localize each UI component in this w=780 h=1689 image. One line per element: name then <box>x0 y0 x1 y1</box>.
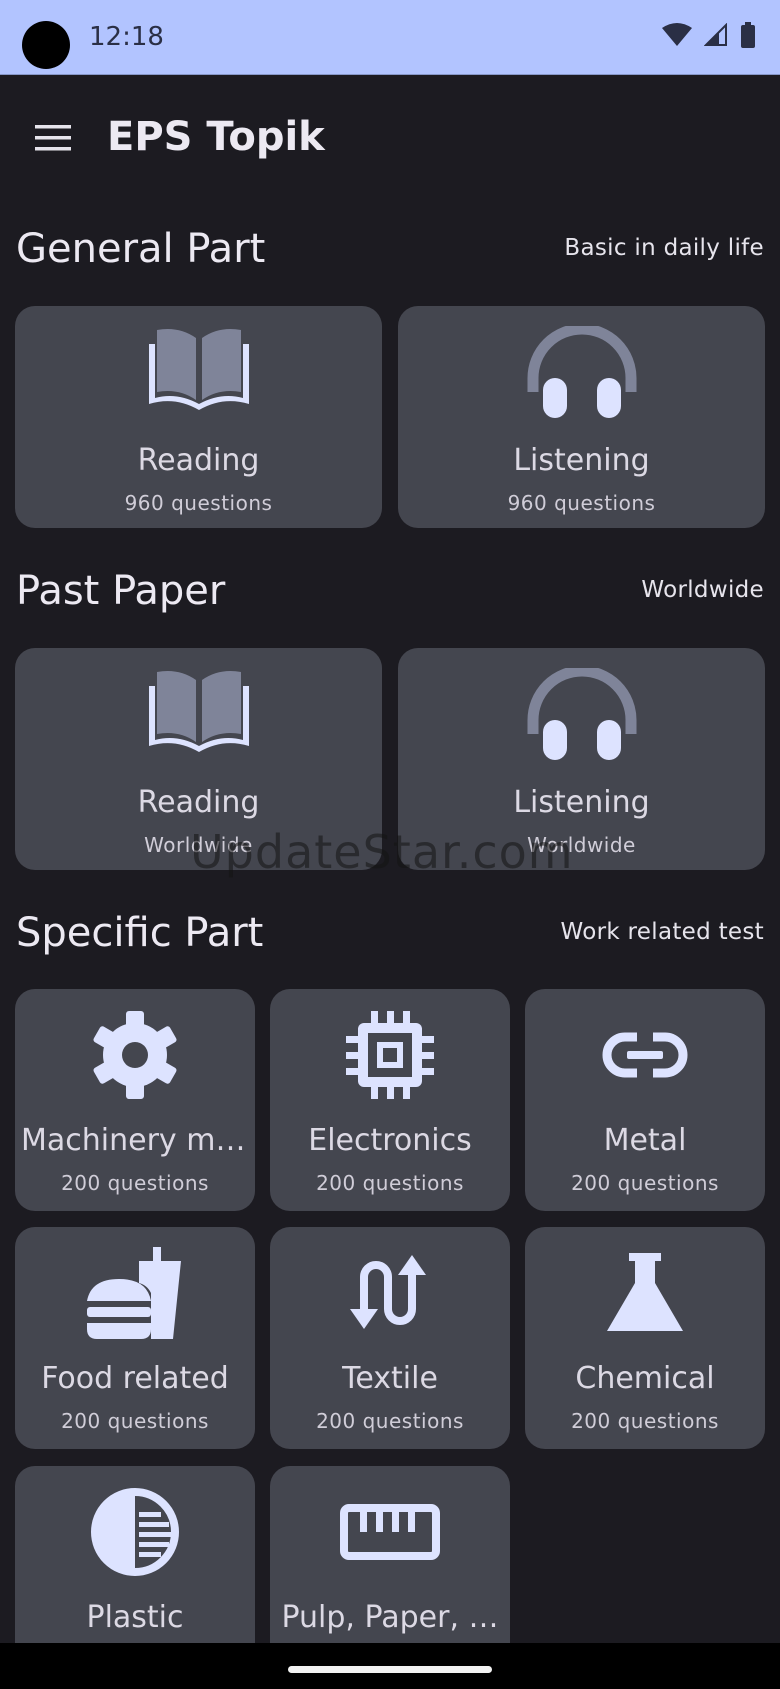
card-label: Listening <box>513 443 650 478</box>
card-count: 200 questions <box>61 1171 209 1195</box>
section-subtitle-general: Basic in daily life <box>564 235 764 261</box>
book-open-icon <box>148 671 249 752</box>
card-chemical[interactable]: Chemical 200 questions <box>525 1227 765 1449</box>
card-food[interactable]: Food related 200 questions <box>15 1227 255 1449</box>
ruler-icon <box>340 1504 440 1560</box>
card-count: 200 questions <box>571 1409 719 1433</box>
section-subtitle-specific: Work related test <box>560 919 764 945</box>
section-subtitle-past-paper: Worldwide <box>641 577 764 603</box>
card-count: 200 questions <box>316 1171 464 1195</box>
wifi-icon <box>662 23 692 46</box>
swap-arrows-icon <box>350 1255 426 1329</box>
status-time: 12:18 <box>89 22 164 52</box>
card-general-listening[interactable]: Listening 960 questions <box>398 306 765 528</box>
card-label: Food related <box>41 1361 229 1396</box>
card-count: 200 questions <box>571 1171 719 1195</box>
chip-icon <box>346 1011 434 1099</box>
section-title-past-paper: Past Paper <box>16 568 226 614</box>
signal-icon <box>704 23 727 46</box>
card-count: 960 questions <box>124 491 273 515</box>
app-bar: EPS Topik <box>0 74 780 202</box>
card-label: Metal <box>603 1123 687 1158</box>
fastfood-icon <box>87 1247 181 1339</box>
card-label: Pulp, Paper, … <box>281 1600 499 1635</box>
hamburger-menu-icon <box>35 125 71 151</box>
status-bar: 12:18 <box>0 0 780 75</box>
card-textile[interactable]: Textile 200 questions <box>270 1227 510 1449</box>
home-gesture-handle[interactable] <box>288 1666 492 1673</box>
card-label: Textile <box>342 1361 438 1396</box>
battery-icon <box>741 22 755 48</box>
card-label: Reading <box>137 443 260 478</box>
card-label: Listening <box>513 785 650 820</box>
watermark-text: UpdateStar.com <box>190 825 574 879</box>
contrast-icon <box>91 1488 179 1576</box>
headphones-icon <box>527 326 636 418</box>
card-label: Chemical <box>575 1361 715 1396</box>
card-electronics[interactable]: Electronics 200 questions <box>270 989 510 1211</box>
card-label: Electronics <box>308 1123 472 1158</box>
system-icons <box>662 22 756 48</box>
card-label: Machinery mo… <box>21 1123 249 1158</box>
card-label: Plastic <box>86 1600 184 1635</box>
section-title-specific: Specific Part <box>16 910 264 956</box>
book-open-icon <box>148 329 249 410</box>
headphones-icon <box>527 668 636 760</box>
menu-button[interactable] <box>24 109 82 167</box>
navigation-bar <box>0 1643 780 1689</box>
card-metal[interactable]: Metal 200 questions <box>525 989 765 1211</box>
card-count: 960 questions <box>507 491 656 515</box>
card-label: Reading <box>137 785 260 820</box>
card-count: 200 questions <box>316 1409 464 1433</box>
app-title: EPS Topik <box>107 114 325 160</box>
section-title-general: General Part <box>16 226 266 272</box>
camera-cutout <box>22 21 70 69</box>
card-count: 200 questions <box>61 1409 209 1433</box>
link-icon <box>602 1032 688 1078</box>
gear-icon <box>93 1011 177 1099</box>
flask-icon <box>607 1253 683 1331</box>
card-machinery[interactable]: Machinery mo… 200 questions <box>15 989 255 1211</box>
card-general-reading[interactable]: Reading 960 questions <box>15 306 382 528</box>
